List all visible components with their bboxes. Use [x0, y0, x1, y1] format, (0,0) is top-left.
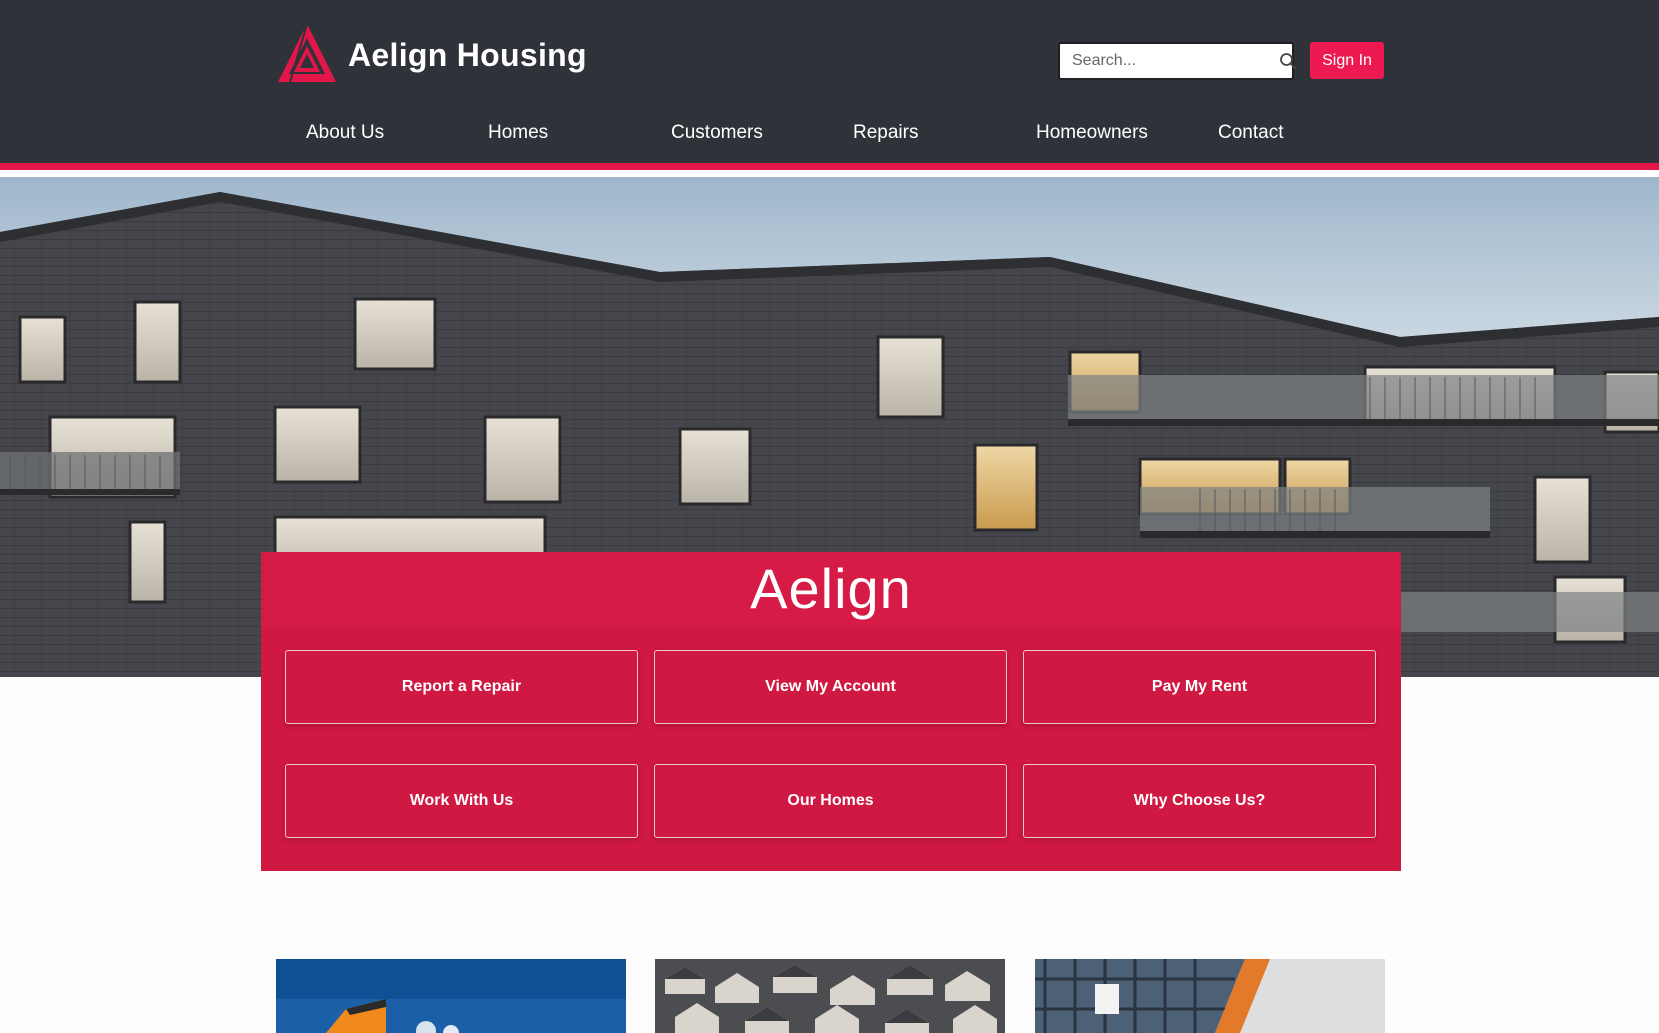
our-homes-button[interactable]: Our Homes	[654, 764, 1007, 838]
nav-item-about-us[interactable]: About Us	[306, 122, 384, 144]
main-nav: About Us Homes Customers Repairs Homeown…	[0, 122, 1659, 158]
triangle-logo-icon	[276, 22, 338, 89]
brand-name: Aelign Housing	[348, 37, 587, 73]
nav-item-homes[interactable]: Homes	[488, 122, 548, 144]
search-box	[1058, 42, 1297, 80]
work-with-us-button[interactable]: Work With Us	[285, 764, 638, 838]
report-repair-button[interactable]: Report a Repair	[285, 650, 638, 724]
nav-item-homeowners[interactable]: Homeowners	[1036, 122, 1148, 144]
sign-in-button[interactable]: Sign In	[1310, 42, 1384, 79]
nav-item-customers[interactable]: Customers	[671, 122, 763, 144]
nav-item-repairs[interactable]: Repairs	[853, 122, 918, 144]
site-header: Aelign Housing Sign In About Us Homes Cu…	[0, 0, 1659, 170]
why-choose-us-button[interactable]: Why Choose Us?	[1023, 764, 1376, 838]
view-account-button[interactable]: View My Account	[654, 650, 1007, 724]
card-image-2[interactable]	[655, 959, 1005, 1033]
card-image-1[interactable]	[276, 959, 626, 1033]
search-icon[interactable]	[1279, 52, 1297, 70]
quick-links-panel: Aelign Report a Repair View My Account P…	[261, 552, 1401, 871]
logo[interactable]: Aelign Housing	[276, 22, 587, 89]
pay-rent-button[interactable]: Pay My Rent	[1023, 650, 1376, 724]
card-image-3[interactable]	[1035, 959, 1385, 1033]
nav-item-contact[interactable]: Contact	[1218, 122, 1283, 144]
hero-title: Aelign	[750, 557, 912, 620]
search-input[interactable]	[1060, 44, 1279, 78]
